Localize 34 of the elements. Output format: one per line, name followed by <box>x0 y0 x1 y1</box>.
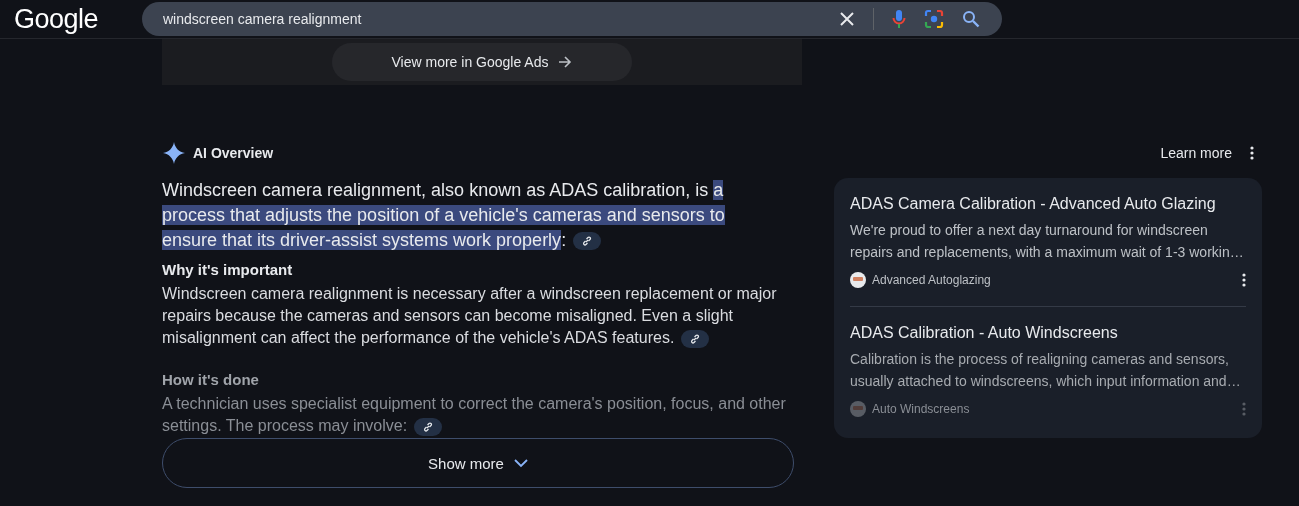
learn-more-link[interactable]: Learn more <box>1160 145 1232 161</box>
source-snippet: Calibration is the process of realigning cameras and sensors, usually attached to windscreens, which input information and… <box>850 350 1242 391</box>
source-title[interactable]: ADAS Camera Calibration - Advanced Auto Glazing <box>850 193 1246 215</box>
link-icon <box>689 333 700 344</box>
link-chip[interactable] <box>680 329 709 348</box>
search-field[interactable]: windscreen camera realignment <box>163 11 821 27</box>
sparkle-icon <box>163 142 185 164</box>
source-title[interactable]: ADAS Calibration - Auto Windscreens <box>850 322 1246 344</box>
site-favicon-icon <box>850 401 866 417</box>
link-icon <box>422 421 433 432</box>
more-options-icon[interactable] <box>1250 146 1254 160</box>
view-more-button[interactable]: View more in Google Ads <box>331 43 633 81</box>
link-icon <box>582 236 593 247</box>
more-options-icon[interactable] <box>1242 273 1246 287</box>
show-more-button[interactable]: Show more <box>162 438 794 488</box>
microphone-icon[interactable] <box>892 9 906 29</box>
search-bar[interactable]: windscreen camera realignment <box>142 2 1002 36</box>
search-icon[interactable] <box>962 10 980 28</box>
google-logo[interactable]: Google <box>14 3 142 35</box>
overview-title: AI Overview <box>193 145 274 161</box>
arrow-icon <box>558 55 573 69</box>
site-name: Advanced Autoglazing <box>872 273 992 287</box>
section-text: Windscreen camera realignment is necessary after a windscreen replacement or major repairs because the cameras and sensors can become misaligned. Even a slight misalignment can affect the performance of the vehicle's ADAS features. <box>162 284 778 349</box>
link-chip[interactable] <box>413 417 442 436</box>
chevron-down-icon <box>513 458 528 468</box>
section-heading: How it's done <box>162 370 260 390</box>
close-icon[interactable] <box>839 11 855 27</box>
link-chip[interactable] <box>573 232 602 251</box>
camera-icon[interactable] <box>924 9 944 29</box>
section-heading: Why it's important <box>162 260 294 280</box>
site-favicon-icon <box>850 272 866 288</box>
site-name: Auto Windscreens <box>872 402 971 416</box>
source-snippet: We're proud to offer a next day turnaround for windscreen repairs and replacements, with a maximum wait of 1-3 workin… <box>850 221 1245 262</box>
section-text: A technician uses specialist equipment to correct the camera's position, focus, and other settings. The process may involve: <box>162 394 787 437</box>
